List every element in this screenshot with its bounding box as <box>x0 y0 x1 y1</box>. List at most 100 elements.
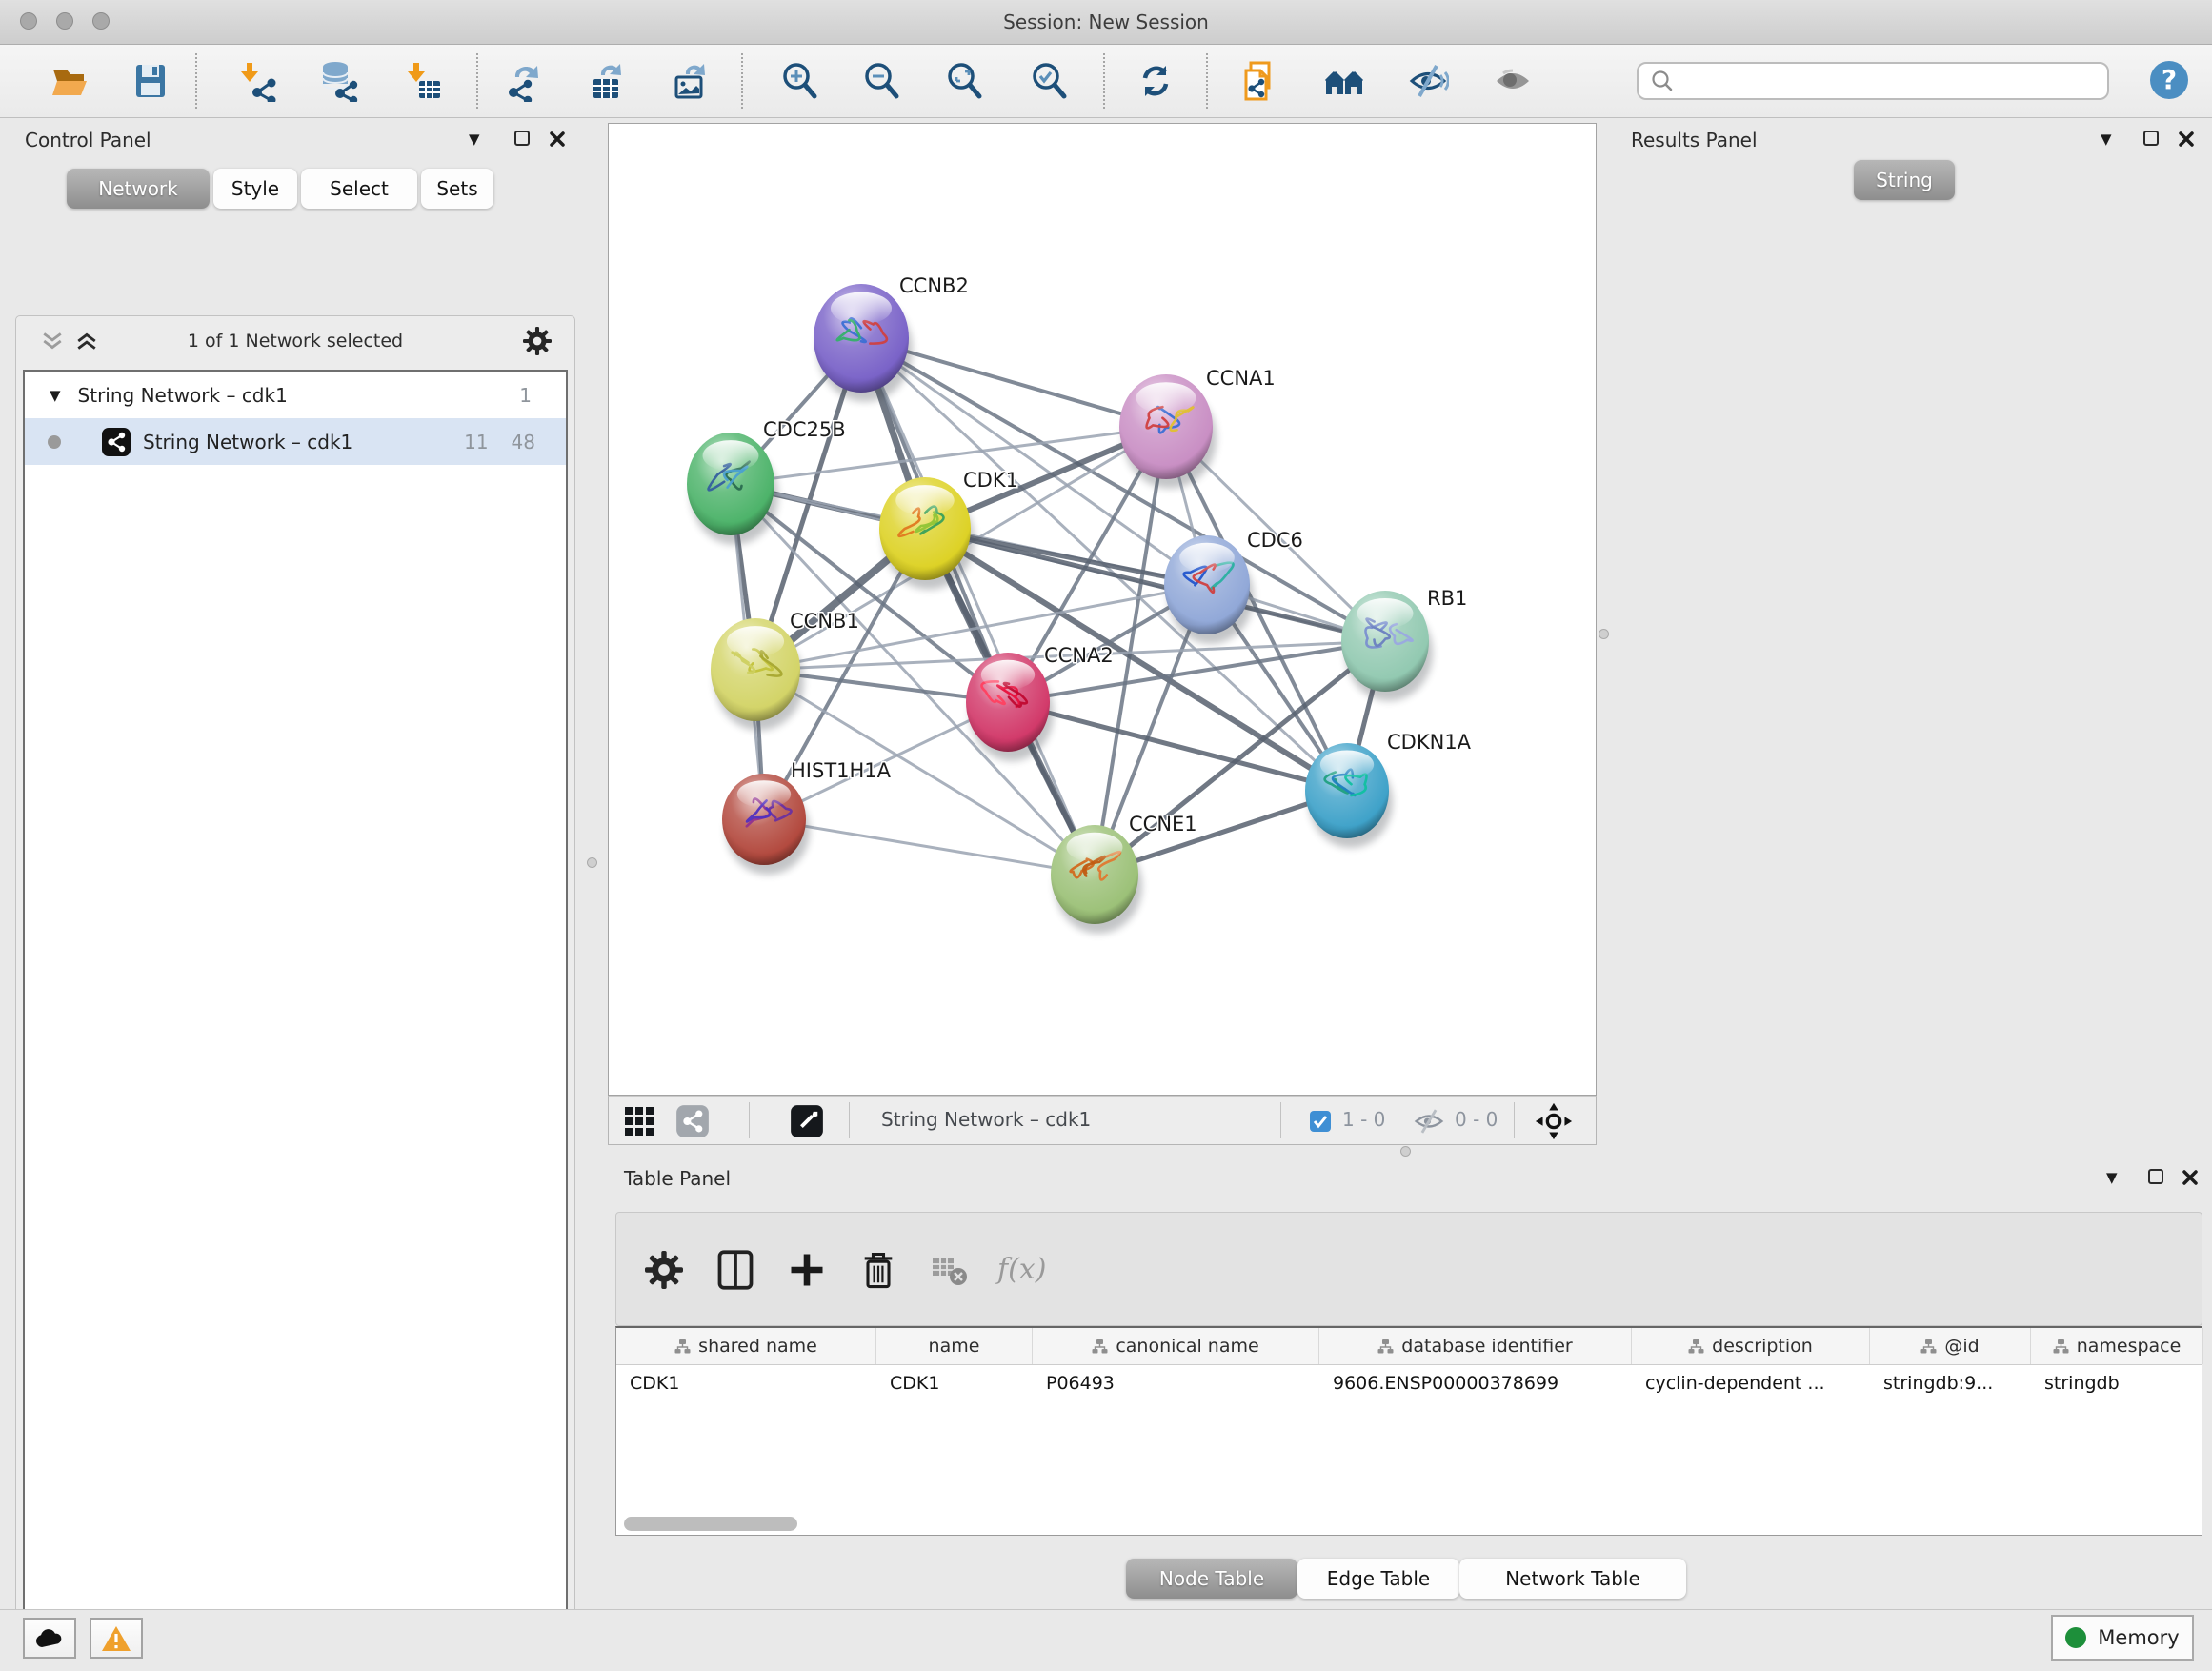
network-collection-row[interactable]: ▼ String Network – cdk1 1 <box>25 372 566 418</box>
tab-style[interactable]: Style <box>213 169 297 209</box>
network-node-CCNB1[interactable]: CCNB1 <box>711 610 859 731</box>
import-database-icon[interactable] <box>317 60 359 102</box>
float-panel-icon[interactable] <box>514 131 530 146</box>
column-header-shared-name[interactable]: shared name <box>616 1328 876 1364</box>
selected-checkbox-icon[interactable] <box>1309 1110 1332 1133</box>
import-table-icon[interactable] <box>403 60 445 102</box>
hidden-node-edge-counts: 0 - 0 <box>1455 1108 1498 1131</box>
table-cell: CDK1 <box>616 1365 876 1401</box>
tab-edge-table[interactable]: Edge Table <box>1297 1559 1459 1599</box>
network-options-gear-icon[interactable] <box>523 327 552 355</box>
grid-view-icon[interactable] <box>623 1105 655 1137</box>
toolbar-separator <box>1103 53 1105 109</box>
network-edge-CCNB2-CCNE1[interactable] <box>861 338 1095 875</box>
network-node-CDKN1A[interactable]: CDKN1A <box>1305 731 1472 848</box>
table-options-gear-icon[interactable] <box>645 1249 683 1291</box>
export-table-icon[interactable] <box>586 60 628 102</box>
export-image-icon[interactable] <box>669 60 711 102</box>
zoom-selected-icon[interactable] <box>1029 60 1071 102</box>
zoom-in-icon[interactable] <box>779 60 821 102</box>
cytoscape-window: Session: New Session <box>0 0 2212 1671</box>
column-header-description[interactable]: description <box>1632 1328 1870 1364</box>
tab-select[interactable]: Select <box>301 169 417 209</box>
export-network-icon[interactable] <box>502 60 544 102</box>
add-column-icon[interactable] <box>788 1249 826 1291</box>
horizontal-scrollbar[interactable] <box>624 1517 797 1531</box>
edge-count: 48 <box>512 431 535 453</box>
open-session-icon[interactable] <box>49 60 90 102</box>
main-toolbar: ? <box>0 45 2212 118</box>
network-node-CCNA1[interactable]: CCNA1 <box>1119 367 1276 489</box>
hide-selected-icon[interactable] <box>1407 60 1449 102</box>
show-columns-icon[interactable] <box>716 1249 754 1291</box>
show-all-networks-icon[interactable] <box>1323 60 1365 102</box>
node-label: CDK1 <box>963 469 1018 492</box>
table-row[interactable]: CDK1CDK1P064939606.ENSP00000378699cyclin… <box>616 1365 2202 1401</box>
splitter-handle[interactable] <box>1400 1146 1411 1157</box>
panel-menu-icon[interactable]: ▼ <box>2106 1169 2118 1186</box>
column-header-namespace[interactable]: namespace <box>2031 1328 2203 1364</box>
zoom-out-icon[interactable] <box>861 60 903 102</box>
toolbar-separator <box>195 53 197 109</box>
node-label: CCNB1 <box>790 610 859 633</box>
tab-node-table[interactable]: Node Table <box>1126 1559 1297 1599</box>
show-hidden-icon[interactable] <box>1492 60 1534 102</box>
memory-button[interactable]: Memory <box>2051 1615 2194 1661</box>
float-panel-icon[interactable] <box>2148 1169 2163 1184</box>
shared-column-icon <box>1688 1339 1704 1354</box>
tab-sets[interactable]: Sets <box>421 169 493 209</box>
help-icon[interactable]: ? <box>2148 59 2190 101</box>
delete-table-icon <box>931 1249 969 1291</box>
network-edge-HIST1H1A-CCNE1[interactable] <box>764 819 1095 875</box>
fit-selected-crosshair-icon[interactable] <box>1534 1101 1574 1141</box>
network-tree-group: 1 of 1 Network selected ▼ String Network… <box>15 315 575 1671</box>
column-header-name[interactable]: name <box>876 1328 1033 1364</box>
network-node-CDC25B[interactable]: CDC25B <box>687 418 846 545</box>
toolbar-separator <box>1206 53 1208 109</box>
network-graph[interactable]: CCNB2 CCNA1 CDC25B CDK1 CDC6 RB1 CCNB1 CCNA2 CDK… <box>609 124 1596 1095</box>
status-bar: Memory <box>0 1609 2212 1671</box>
node-label: CCNE1 <box>1129 813 1197 836</box>
tree-expander-icon[interactable]: ▼ <box>50 387 61 404</box>
search-input[interactable] <box>1682 66 2107 96</box>
network-node-CDC6[interactable]: CDC6 <box>1164 529 1303 644</box>
network-row[interactable]: String Network – cdk1 11 48 <box>25 418 566 465</box>
panel-menu-icon[interactable]: ▼ <box>469 131 480 148</box>
network-canvas[interactable]: CCNB2 CCNA1 CDC25B CDK1 CDC6 RB1 CCNB1 CCNA2 CDK… <box>608 123 1597 1096</box>
control-panel: Control Panel ▼ 1 of 1 Network selected <box>0 117 591 1610</box>
tab-string[interactable]: String <box>1854 160 1955 200</box>
close-panel-icon[interactable] <box>2178 131 2195 148</box>
cloud-button[interactable] <box>23 1618 76 1659</box>
network-node-CCNA2[interactable]: CCNA2 <box>966 644 1114 761</box>
column-header-canonical-name[interactable]: canonical name <box>1033 1328 1319 1364</box>
splitter-handle[interactable] <box>587 857 597 868</box>
tab-network-table[interactable]: Network Table <box>1459 1559 1686 1599</box>
string-view-icon[interactable] <box>675 1104 710 1138</box>
close-panel-icon[interactable] <box>549 131 566 148</box>
apply-layout-icon[interactable] <box>1135 60 1176 102</box>
table-cell: stringdb:9... <box>1870 1365 2031 1401</box>
network-node-CCNB2[interactable]: CCNB2 <box>814 274 969 402</box>
clone-network-icon[interactable] <box>1238 60 1280 102</box>
shared-column-icon <box>1377 1339 1394 1354</box>
network-node-HIST1H1A[interactable]: HIST1H1A <box>722 759 892 875</box>
network-node-RB1[interactable]: RB1 <box>1341 587 1467 701</box>
import-network-icon[interactable] <box>236 60 278 102</box>
delete-column-icon[interactable] <box>859 1249 897 1291</box>
column-label: description <box>1712 1336 1813 1357</box>
shared-column-icon <box>1920 1339 1937 1354</box>
save-session-icon[interactable] <box>130 60 171 102</box>
zoom-fit-icon[interactable] <box>944 60 986 102</box>
tab-network[interactable]: Network <box>67 169 210 209</box>
close-panel-icon[interactable] <box>2182 1169 2199 1186</box>
column-header-database-identifier[interactable]: database identifier <box>1319 1328 1632 1364</box>
title-bar: Session: New Session <box>0 0 2212 45</box>
float-panel-icon[interactable] <box>2143 131 2159 146</box>
column-header--id[interactable]: @id <box>1870 1328 2031 1364</box>
birdseye-view-icon[interactable] <box>790 1104 824 1138</box>
table-toolbar: f(x) <box>615 1212 2202 1326</box>
table-cell: 9606.ENSP00000378699 <box>1319 1365 1632 1401</box>
panel-menu-icon[interactable]: ▼ <box>2101 131 2112 148</box>
warnings-button[interactable] <box>90 1618 143 1659</box>
footer-separator <box>849 1102 850 1138</box>
